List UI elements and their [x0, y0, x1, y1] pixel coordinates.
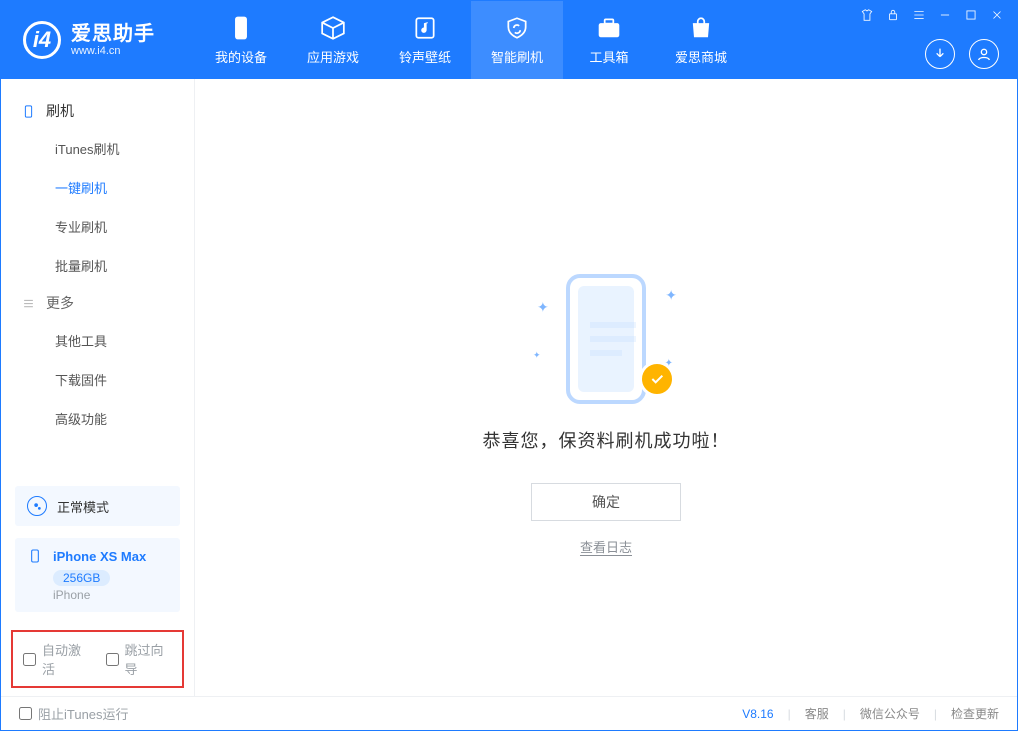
sparkle-icon: ✦ — [665, 287, 677, 304]
highlight-options: 自动激活 跳过向导 — [11, 630, 184, 688]
sidebar-item-advanced[interactable]: 高级功能 — [1, 399, 194, 438]
device-storage: 256GB — [53, 570, 110, 586]
sparkle-icon: ✦ — [533, 350, 541, 361]
view-log-link[interactable]: 查看日志 — [580, 537, 632, 556]
close-icon[interactable] — [989, 7, 1005, 23]
main-panel: ✦ ✦ ✦ ✦ 恭喜您，保资料刷机成功啦！ 确定 查看日志 — [195, 79, 1017, 696]
separator: | — [788, 707, 791, 721]
header: i4 爱思助手 www.i4.cn 我的设备 应用游戏 铃声壁纸 智能刷机 — [1, 1, 1017, 79]
auto-activate-input[interactable] — [23, 653, 36, 666]
tab-apps-games[interactable]: 应用游戏 — [287, 1, 379, 79]
music-note-icon — [412, 15, 438, 41]
sidebar-item-download-firmware[interactable]: 下载固件 — [1, 360, 194, 399]
device-card[interactable]: iPhone XS Max 256GB iPhone — [15, 538, 180, 612]
sidebar-item-itunes-flash[interactable]: iTunes刷机 — [1, 129, 194, 168]
app-url: www.i4.cn — [71, 45, 155, 57]
tab-label: 工具箱 — [589, 47, 628, 66]
app-name: 爱思助手 — [71, 23, 155, 45]
version-label: V8.16 — [742, 707, 773, 721]
skip-setup-input[interactable] — [106, 653, 119, 666]
download-icon[interactable] — [925, 39, 955, 69]
sidebar-section-flash: 刷机 — [1, 93, 194, 129]
skip-setup-label: 跳过向导 — [125, 640, 173, 678]
confirm-button[interactable]: 确定 — [531, 483, 681, 521]
tab-smart-flash[interactable]: 智能刷机 — [471, 1, 563, 79]
phone-graphic — [566, 274, 646, 404]
customer-service-link[interactable]: 客服 — [805, 705, 829, 722]
success-message: 恭喜您，保资料刷机成功啦！ — [483, 427, 730, 453]
skip-setup-checkbox[interactable]: 跳过向导 — [106, 640, 173, 678]
toolbox-icon — [596, 15, 622, 41]
separator: | — [934, 707, 937, 721]
sidebar-item-pro-flash[interactable]: 专业刷机 — [1, 207, 194, 246]
phone-outline-icon — [27, 548, 43, 564]
tab-label: 我的设备 — [215, 47, 267, 66]
window-controls — [859, 7, 1005, 23]
logo-icon: i4 — [23, 21, 61, 59]
sidebar-nav: 刷机 iTunes刷机 一键刷机 专业刷机 批量刷机 更多 其他工具 下载固件 … — [1, 79, 194, 476]
cube-icon — [320, 15, 346, 41]
mode-card[interactable]: 正常模式 — [15, 486, 180, 526]
phone-icon — [21, 104, 36, 119]
mode-icon — [27, 496, 47, 516]
sidebar-item-oneclick-flash[interactable]: 一键刷机 — [1, 168, 194, 207]
shirt-icon[interactable] — [859, 7, 875, 23]
footer-left: 阻止iTunes运行 — [19, 704, 129, 723]
check-update-link[interactable]: 检查更新 — [951, 705, 999, 722]
tab-label: 智能刷机 — [491, 47, 543, 66]
tab-label: 应用游戏 — [307, 47, 359, 66]
tab-ringtone-wallpaper[interactable]: 铃声壁纸 — [379, 1, 471, 79]
lock-icon[interactable] — [885, 7, 901, 23]
device-name: iPhone XS Max — [53, 549, 146, 564]
logo-text: 爱思助手 www.i4.cn — [71, 23, 155, 57]
block-itunes-label: 阻止iTunes运行 — [38, 704, 129, 723]
footer: 阻止iTunes运行 V8.16 | 客服 | 微信公众号 | 检查更新 — [1, 696, 1017, 730]
sidebar-item-other-tools[interactable]: 其他工具 — [1, 321, 194, 360]
device-type: iPhone — [53, 588, 168, 602]
shopping-bag-icon — [688, 15, 714, 41]
auto-activate-checkbox[interactable]: 自动激活 — [23, 640, 90, 678]
section-label: 更多 — [46, 293, 74, 313]
header-actions — [925, 39, 999, 69]
mode-label: 正常模式 — [57, 497, 109, 516]
menu-icon[interactable] — [911, 7, 927, 23]
sidebar: 刷机 iTunes刷机 一键刷机 专业刷机 批量刷机 更多 其他工具 下载固件 … — [1, 79, 195, 696]
user-icon[interactable] — [969, 39, 999, 69]
tab-toolbox[interactable]: 工具箱 — [563, 1, 655, 79]
tab-store[interactable]: 爱思商城 — [655, 1, 747, 79]
tab-label: 爱思商城 — [675, 47, 727, 66]
sparkle-icon: ✦ — [665, 358, 673, 369]
logo-area: i4 爱思助手 www.i4.cn — [1, 1, 195, 79]
tab-my-device[interactable]: 我的设备 — [195, 1, 287, 79]
tabs: 我的设备 应用游戏 铃声壁纸 智能刷机 工具箱 爱思商城 — [195, 1, 747, 79]
block-itunes-checkbox[interactable]: 阻止iTunes运行 — [19, 704, 129, 723]
section-label: 刷机 — [46, 101, 74, 121]
sparkle-icon: ✦ — [537, 299, 549, 316]
tab-label: 铃声壁纸 — [399, 47, 451, 66]
minimize-icon[interactable] — [937, 7, 953, 23]
sidebar-section-more: 更多 — [1, 285, 194, 321]
device-icon — [228, 15, 254, 41]
success-illustration: ✦ ✦ ✦ ✦ — [531, 269, 681, 409]
block-itunes-input[interactable] — [19, 707, 32, 720]
body: 刷机 iTunes刷机 一键刷机 专业刷机 批量刷机 更多 其他工具 下载固件 … — [1, 79, 1017, 696]
sidebar-bottom: 正常模式 iPhone XS Max 256GB iPhone — [1, 476, 194, 624]
list-icon — [21, 296, 36, 311]
maximize-icon[interactable] — [963, 7, 979, 23]
separator: | — [843, 707, 846, 721]
device-header: iPhone XS Max — [27, 548, 168, 564]
app-window: i4 爱思助手 www.i4.cn 我的设备 应用游戏 铃声壁纸 智能刷机 — [0, 0, 1018, 731]
refresh-shield-icon — [504, 15, 530, 41]
sidebar-item-batch-flash[interactable]: 批量刷机 — [1, 246, 194, 285]
footer-right: V8.16 | 客服 | 微信公众号 | 检查更新 — [742, 705, 999, 722]
auto-activate-label: 自动激活 — [42, 640, 90, 678]
wechat-link[interactable]: 微信公众号 — [860, 705, 920, 722]
